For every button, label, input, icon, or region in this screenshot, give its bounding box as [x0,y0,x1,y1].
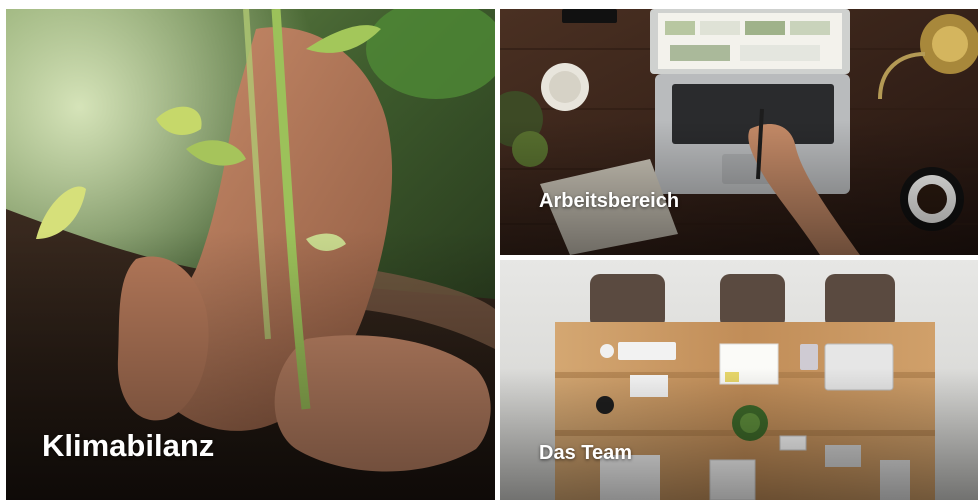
tile-title: Das Team [539,442,633,464]
tile-das-team[interactable]: Das Team [500,260,978,500]
label-shade [500,368,978,500]
label-shade [500,119,978,255]
image-tile-grid: Klimabilanz Arbeitsbereich Das Team [0,0,978,502]
tile-klimabilanz[interactable]: Klimabilanz [6,9,495,500]
tile-arbeitsbereich[interactable]: Arbeitsbereich [500,9,978,255]
tile-title: Arbeitsbereich [539,190,680,212]
tile-title: Klimabilanz [42,428,215,463]
